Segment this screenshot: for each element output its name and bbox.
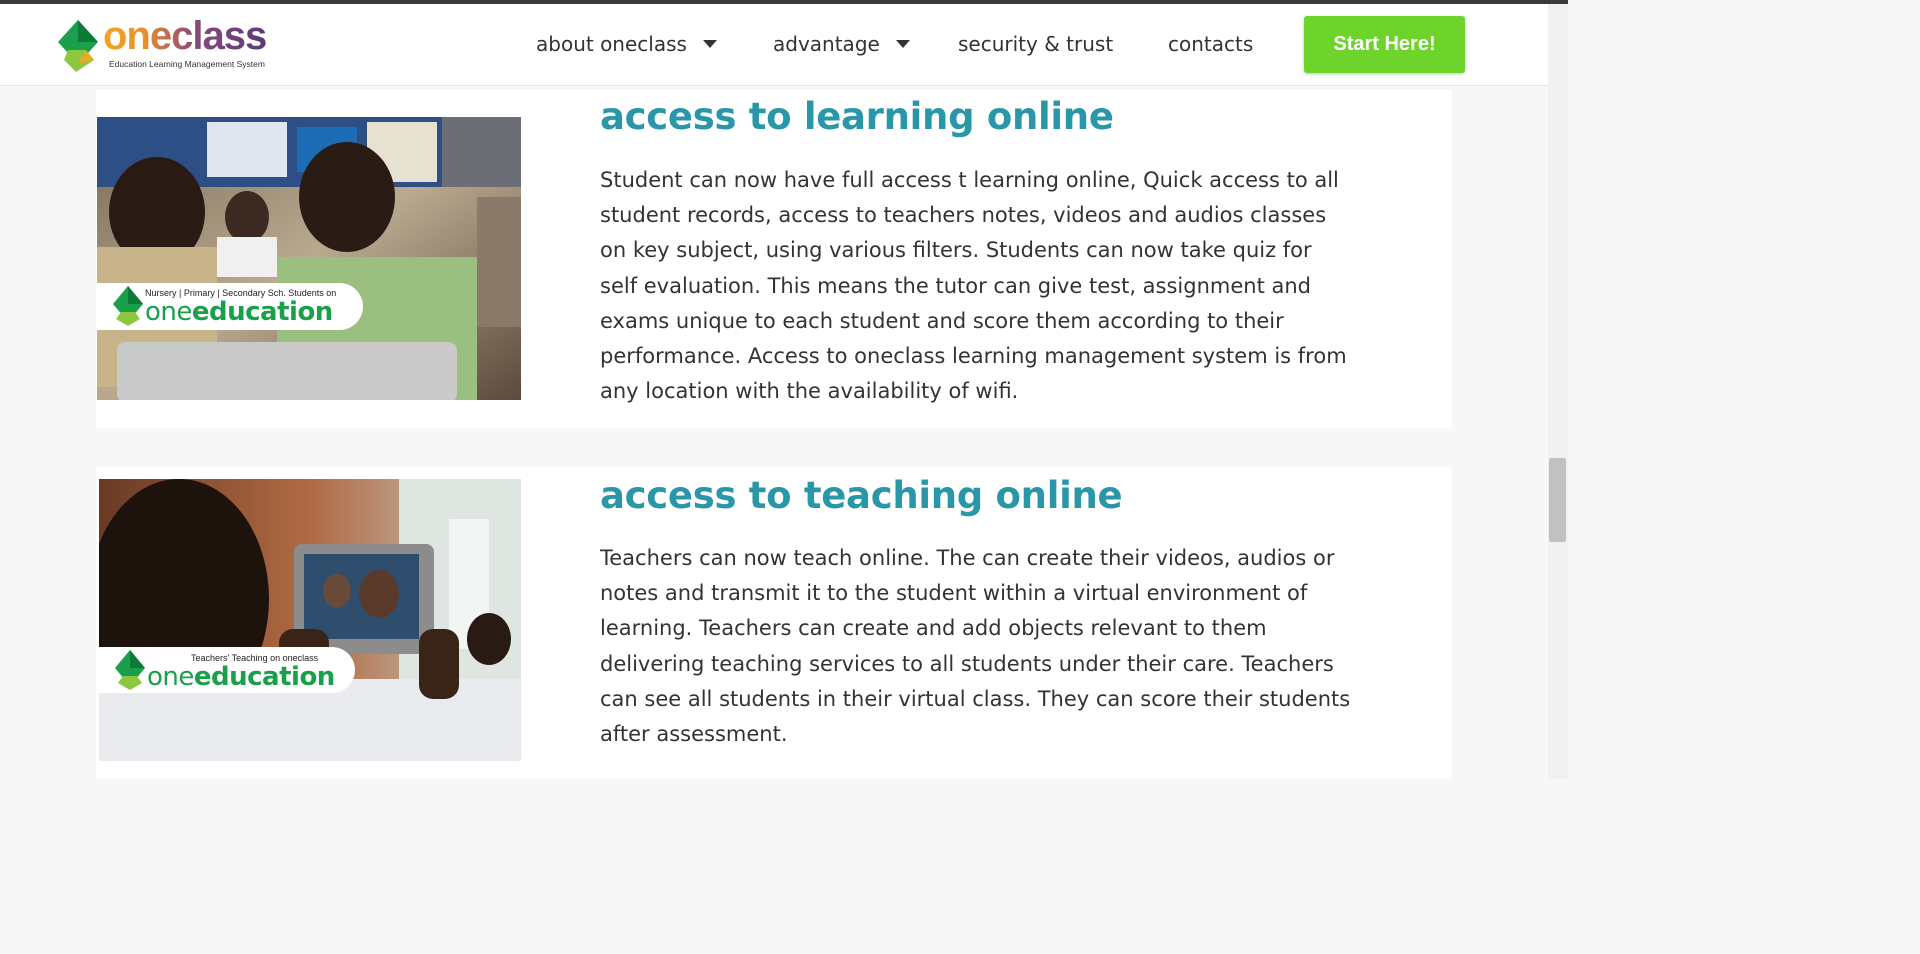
oneeducation-badge: Teachers' Teaching on oneclass oneeducat…: [99, 647, 355, 693]
brand-one: one: [145, 297, 192, 327]
oneeducation-gem-icon: [113, 286, 143, 326]
nav-advantage-label: advantage: [773, 32, 880, 56]
dropdown-caret-icon: [702, 40, 717, 48]
teaching-heading: access to teaching online: [600, 474, 1123, 517]
badge-brand: oneeducation: [145, 297, 333, 327]
badge-brand: oneeducation: [147, 662, 335, 692]
learning-photo: Nursery | Primary | Secondary Sch. Stude…: [97, 117, 521, 400]
teaching-body: Teachers can now teach online. The can c…: [600, 546, 1351, 747]
nav-contacts[interactable]: contacts: [1168, 32, 1253, 56]
dropdown-caret-icon: [895, 40, 910, 48]
logo-wordmark: oneclass: [103, 14, 267, 58]
brand-one: one: [147, 662, 194, 692]
start-here-button[interactable]: Start Here!: [1304, 16, 1465, 73]
oneeducation-badge: Nursery | Primary | Secondary Sch. Stude…: [97, 283, 363, 330]
scrollbar-thumb[interactable]: [1549, 458, 1566, 542]
nav-security-label: security & trust: [958, 32, 1114, 56]
nav-about-label: about oneclass: [536, 32, 687, 56]
logo-tagline: Education Learning Management System: [109, 59, 265, 69]
learning-body: Student can now have full access t learn…: [600, 168, 1347, 404]
nav-security-trust[interactable]: security & trust: [958, 32, 1113, 56]
learning-heading: access to learning online: [600, 95, 1114, 138]
oneeducation-gem-icon: [115, 650, 145, 690]
nav-advantage[interactable]: advantage: [773, 32, 910, 56]
nav-contacts-label: contacts: [1168, 32, 1254, 56]
brand-education: education: [193, 662, 335, 692]
oneclass-logo-icon: [58, 20, 98, 72]
brand-education: education: [191, 297, 333, 327]
oneclass-logo[interactable]: oneclass Education Learning Management S…: [58, 14, 298, 74]
teaching-photo: Teachers' Teaching on oneclass oneeducat…: [99, 479, 521, 761]
site-header: oneclass Education Learning Management S…: [0, 4, 1548, 86]
nav-about-oneclass[interactable]: about oneclass: [536, 32, 717, 56]
page-scrollbar[interactable]: [1548, 4, 1568, 779]
